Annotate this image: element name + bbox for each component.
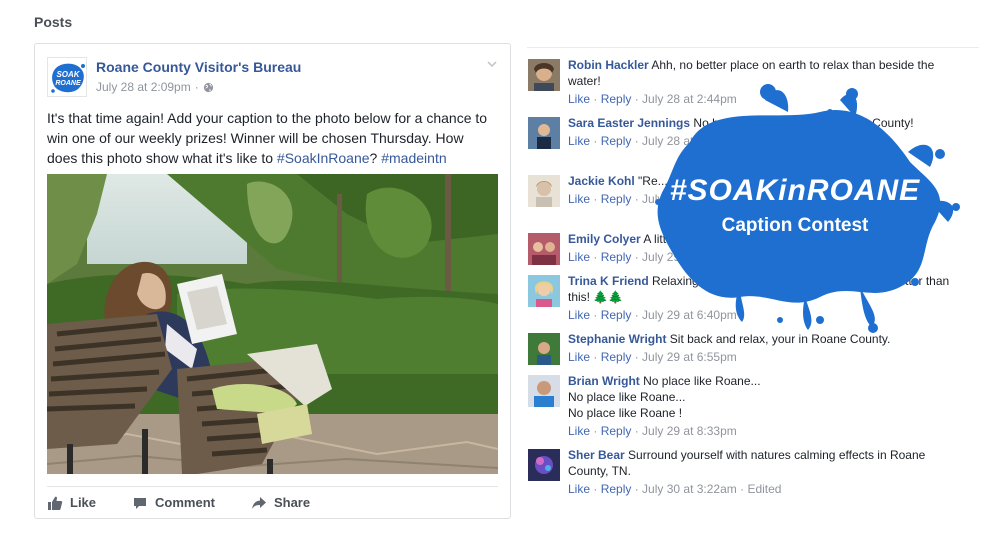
globe-icon bbox=[203, 82, 213, 92]
comment-like-link[interactable]: Like bbox=[568, 482, 590, 496]
thumbs-up-icon bbox=[48, 496, 63, 510]
comment-meta: Like · Reply · July... bbox=[568, 192, 673, 206]
like-button[interactable]: Like bbox=[47, 495, 96, 511]
comments-divider bbox=[527, 47, 979, 48]
comment-author-link[interactable]: Robin Hackler bbox=[568, 58, 649, 72]
logo-text-top: SOAK bbox=[56, 70, 80, 79]
comment-timestamp[interactable]: July 30 at 3:22am bbox=[642, 482, 737, 496]
comment-timestamp[interactable]: July 29 at 6:55pm bbox=[642, 350, 737, 364]
share-label: Share bbox=[273, 495, 311, 510]
comment-like-link[interactable]: Like bbox=[568, 192, 590, 206]
post-action-bar: Like Comment Share bbox=[47, 486, 498, 518]
commenter-avatar[interactable] bbox=[528, 233, 560, 265]
page-name-link[interactable]: Roane County Visitor's Bureau bbox=[96, 59, 301, 75]
logo-text-bottom: ROANE bbox=[55, 80, 81, 87]
comment-meta: Like · Reply · July 28 at 4... bbox=[568, 134, 714, 148]
comment-meta: Like · Reply · July 28 at 2:44pm bbox=[568, 92, 737, 106]
comment-timestamp[interactable]: July 29 at 8:33pm bbox=[642, 424, 737, 438]
chevron-down-icon[interactable] bbox=[486, 58, 498, 70]
comment-timestamp[interactable]: July... bbox=[642, 192, 672, 206]
commenter-avatar[interactable] bbox=[528, 175, 560, 207]
comment-text-line: No place like Roane ! bbox=[568, 406, 683, 420]
comment-label: Comment bbox=[155, 495, 215, 510]
meta-separator: · bbox=[194, 80, 199, 94]
comment-author-link[interactable]: Trina K Friend bbox=[568, 274, 649, 288]
like-label: Like bbox=[70, 495, 97, 510]
comment-text: Sit back and relax, your in Roane County… bbox=[669, 332, 891, 346]
commenter-avatar[interactable] bbox=[528, 117, 560, 149]
post-card: SOAK ROANE Roane County Visitor's Bureau… bbox=[34, 43, 511, 519]
post-timestamp[interactable]: July 28 at 2:09pm bbox=[96, 80, 191, 94]
comment-text: No better pl... dive in than Roane Count… bbox=[693, 116, 914, 130]
comment-text-line: No place like Roane... bbox=[568, 390, 686, 404]
comment-reply-link[interactable]: Reply bbox=[601, 134, 632, 148]
comment-button[interactable]: Comment bbox=[132, 495, 215, 511]
commenter-avatar[interactable] bbox=[528, 275, 560, 307]
comment-like-link[interactable]: Like bbox=[568, 134, 590, 148]
comment-reply-link[interactable]: Reply bbox=[601, 308, 632, 322]
comment-author-link[interactable]: Brian Wright bbox=[568, 374, 640, 388]
comment-reply-link[interactable]: Reply bbox=[601, 192, 632, 206]
comment-like-link[interactable]: Like bbox=[568, 350, 590, 364]
post-photo[interactable] bbox=[47, 174, 498, 474]
comment-author-link[interactable]: Stephanie Wright bbox=[568, 332, 666, 346]
comment-text: No place like Roane... bbox=[643, 374, 761, 388]
share-arrow-icon bbox=[251, 496, 266, 509]
comment-reply-link[interactable]: Reply bbox=[601, 424, 632, 438]
comment-reply-link[interactable]: Reply bbox=[601, 482, 632, 496]
comment-author-link[interactable]: Sher Bear bbox=[568, 448, 625, 462]
comment-like-link[interactable]: Like bbox=[568, 92, 590, 106]
comment-timestamp[interactable]: July 29 at 6:40pm bbox=[642, 308, 737, 322]
comment-author-link[interactable]: Emily Colyer bbox=[568, 232, 641, 246]
section-title: Posts bbox=[34, 14, 73, 30]
commenter-avatar[interactable] bbox=[528, 333, 560, 365]
post-text-mid: ? bbox=[369, 150, 382, 166]
comment-author-link[interactable]: Jackie Kohl bbox=[568, 174, 635, 188]
comment-meta: Like · Reply · July 29 at 6:40pm bbox=[568, 308, 737, 322]
comment-timestamp[interactable]: July 28 at 2:44pm bbox=[642, 92, 737, 106]
comment-meta: Like · Reply · July 29 at 8:33pm bbox=[568, 424, 737, 438]
share-button[interactable]: Share bbox=[251, 495, 310, 511]
comment-text: "Re... get any better than this." bbox=[638, 174, 801, 188]
post-meta: July 28 at 2:09pm · bbox=[96, 80, 214, 94]
comment-like-link[interactable]: Like bbox=[568, 250, 590, 264]
comment-reply-link[interactable]: Reply bbox=[601, 350, 632, 364]
commenter-avatar[interactable] bbox=[528, 375, 560, 407]
post-text: It's that time again! Add your caption t… bbox=[47, 108, 497, 168]
comment-like-link[interactable]: Like bbox=[568, 424, 590, 438]
hashtag-madeintn-link[interactable]: #madeintn bbox=[381, 150, 446, 166]
page-avatar[interactable]: SOAK ROANE bbox=[47, 57, 87, 97]
comment-meta: Like · Reply · July 29 at 4... bbox=[568, 250, 714, 264]
comment-edited-label[interactable]: Edited bbox=[747, 482, 781, 496]
commenter-avatar[interactable] bbox=[528, 449, 560, 481]
comment-timestamp[interactable]: July 29 at 4... bbox=[642, 250, 713, 264]
hashtag-soakinroane-link[interactable]: #SoakInRoane bbox=[277, 150, 370, 166]
comment-reply-link[interactable]: Reply bbox=[601, 92, 632, 106]
comment-author-link[interactable]: Sara Easter Jennings bbox=[568, 116, 690, 130]
comment-like-link[interactable]: Like bbox=[568, 308, 590, 322]
comment-reply-link[interactable]: Reply bbox=[601, 250, 632, 264]
comment-timestamp[interactable]: July 28 at 4... bbox=[642, 134, 713, 148]
comment-text: A little... bbox=[643, 232, 686, 246]
commenter-avatar[interactable] bbox=[528, 59, 560, 91]
comment-meta: Like · Reply · July 30 at 3:22am · Edite… bbox=[568, 482, 782, 496]
comment-meta: Like · Reply · July 29 at 6:55pm bbox=[568, 350, 737, 364]
comment-icon bbox=[134, 497, 147, 509]
